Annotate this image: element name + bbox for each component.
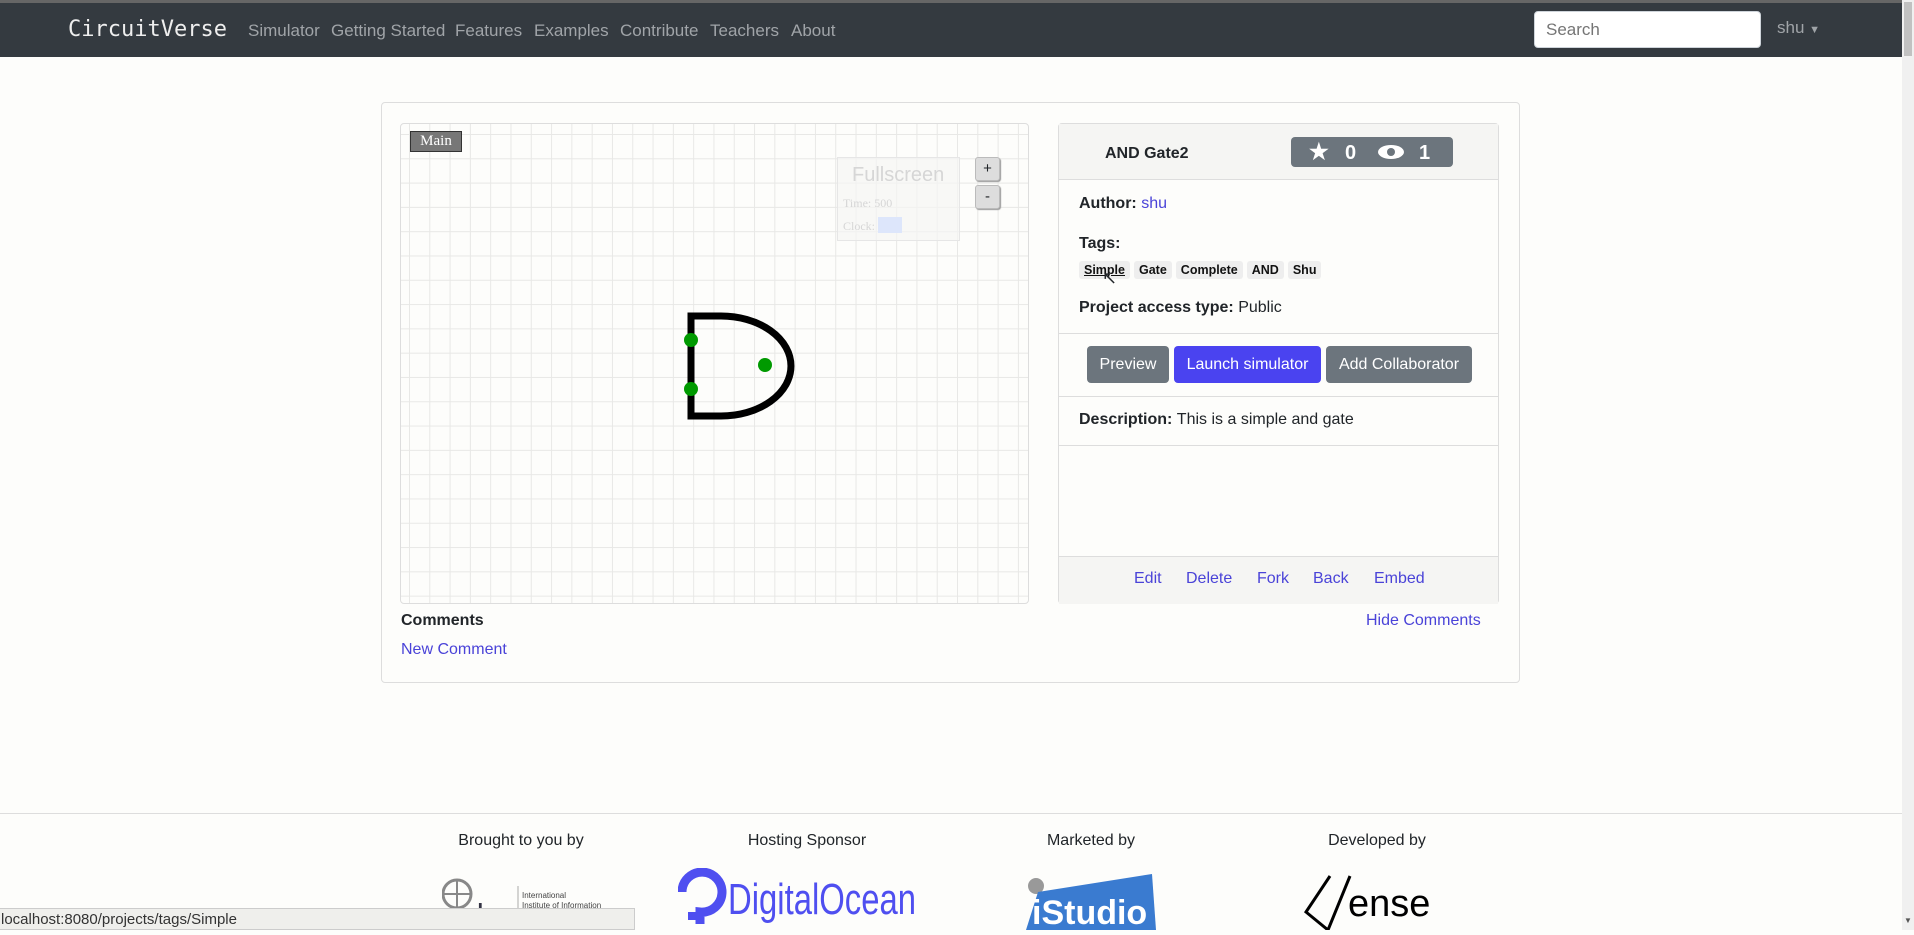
svg-text:iStudio: iStudio bbox=[1032, 894, 1147, 930]
user-name: shu bbox=[1777, 18, 1805, 37]
input-pin bbox=[684, 382, 698, 396]
zoom-out-button[interactable]: - bbox=[975, 185, 1000, 209]
time-label: Time: bbox=[843, 196, 872, 210]
eye-icon bbox=[1378, 145, 1404, 159]
clock-label: Clock: bbox=[843, 219, 875, 233]
digitalocean-logo[interactable]: DigitalOcean bbox=[677, 867, 938, 935]
edit-link[interactable]: Edit bbox=[1134, 570, 1162, 588]
svg-text:International: International bbox=[522, 891, 566, 900]
circuit-tab-main[interactable]: Main bbox=[410, 131, 462, 152]
istudio-logo[interactable]: iStudio bbox=[1022, 872, 1162, 935]
user-dropdown[interactable]: shu ▼ bbox=[1777, 18, 1820, 38]
star-icon[interactable]: ★ bbox=[1309, 139, 1329, 165]
fork-link[interactable]: Fork bbox=[1257, 570, 1289, 588]
status-bar-url: localhost:8080/projects/tags/Simple bbox=[0, 908, 635, 930]
author-row: Author: shu bbox=[1079, 195, 1168, 212]
caret-down-icon: ▼ bbox=[1809, 24, 1821, 36]
footer-heading: Developed by bbox=[1328, 832, 1426, 849]
description-row: Description: This is a simple and gate bbox=[1079, 411, 1354, 428]
footer-heading: Hosting Sponsor bbox=[747, 832, 867, 849]
nav-about[interactable]: About bbox=[791, 21, 835, 41]
navbar: CircuitVerse Simulator Getting Started F… bbox=[0, 0, 1902, 57]
access-value: Public bbox=[1238, 299, 1282, 316]
divider bbox=[1059, 333, 1498, 334]
footer-heading: Brought to you by bbox=[458, 832, 584, 849]
tag-shu[interactable]: Shu bbox=[1287, 261, 1322, 279]
output-pin bbox=[758, 358, 772, 372]
svg-text:ense: ense bbox=[1348, 883, 1430, 925]
nav-examples[interactable]: Examples bbox=[534, 21, 609, 41]
description-text: This is a simple and gate bbox=[1176, 411, 1354, 428]
input-pin bbox=[684, 333, 698, 347]
svg-text:DigitalOcean: DigitalOcean bbox=[728, 875, 916, 924]
search-input[interactable] bbox=[1534, 11, 1761, 48]
delete-link[interactable]: Delete bbox=[1186, 570, 1232, 588]
star-count: 0 bbox=[1345, 142, 1357, 164]
and-gate-body bbox=[687, 312, 795, 420]
preview-button[interactable]: Preview bbox=[1087, 346, 1169, 383]
vense-logo[interactable]: ense bbox=[1300, 872, 1460, 935]
divider bbox=[1059, 445, 1498, 446]
fullscreen-panel: Fullscreen Time: 500 Clock: bbox=[837, 157, 960, 241]
footer-heading: Marketed by bbox=[1046, 832, 1136, 849]
nav-getting-started[interactable]: Getting Started bbox=[331, 21, 445, 41]
divider bbox=[1059, 396, 1498, 397]
tag-complete[interactable]: Complete bbox=[1175, 261, 1243, 279]
nav-simulator[interactable]: Simulator bbox=[248, 21, 320, 41]
time-input[interactable]: 500 bbox=[874, 196, 892, 210]
zoom-in-button[interactable]: + bbox=[975, 157, 1000, 181]
panel-footer: Edit Delete Fork Back Embed bbox=[1059, 556, 1498, 604]
project-info-panel: AND Gate2 ★ 0 1 Author: shu Tags: Simple… bbox=[1058, 123, 1499, 604]
scrollbar[interactable]: ▼ bbox=[1902, 0, 1914, 930]
fullscreen-button[interactable]: Fullscreen bbox=[852, 164, 944, 187]
add-collaborator-button[interactable]: Add Collaborator bbox=[1326, 346, 1472, 383]
clock-toggle[interactable] bbox=[878, 217, 902, 233]
tag-gate[interactable]: Gate bbox=[1134, 261, 1172, 279]
back-link[interactable]: Back bbox=[1313, 570, 1349, 588]
nav-features[interactable]: Features bbox=[455, 21, 522, 41]
comments-title: Comments bbox=[401, 612, 484, 629]
nav-teachers[interactable]: Teachers bbox=[710, 21, 779, 41]
footer-divider bbox=[0, 813, 1902, 814]
project-title: AND Gate2 bbox=[1105, 145, 1189, 162]
hide-comments-link[interactable]: Hide Comments bbox=[1366, 612, 1481, 630]
access-row: Project access type: Public bbox=[1079, 299, 1282, 316]
nav-contribute[interactable]: Contribute bbox=[620, 21, 698, 41]
author-link[interactable]: shu bbox=[1141, 195, 1167, 212]
mouse-cursor-icon: ↖ bbox=[1102, 268, 1118, 288]
launch-simulator-button[interactable]: Launch simulator bbox=[1174, 346, 1321, 383]
scroll-down-icon: ▼ bbox=[1904, 916, 1912, 925]
new-comment-link[interactable]: New Comment bbox=[401, 641, 507, 659]
tag-and[interactable]: AND bbox=[1246, 261, 1284, 279]
stats-badge: ★ 0 1 bbox=[1291, 137, 1453, 167]
tags-label: Tags: bbox=[1079, 235, 1121, 252]
brand-logo[interactable]: CircuitVerse bbox=[68, 17, 227, 42]
panel-header: AND Gate2 ★ 0 1 bbox=[1059, 124, 1498, 180]
embed-link[interactable]: Embed bbox=[1374, 570, 1425, 588]
view-count: 1 bbox=[1419, 142, 1431, 164]
